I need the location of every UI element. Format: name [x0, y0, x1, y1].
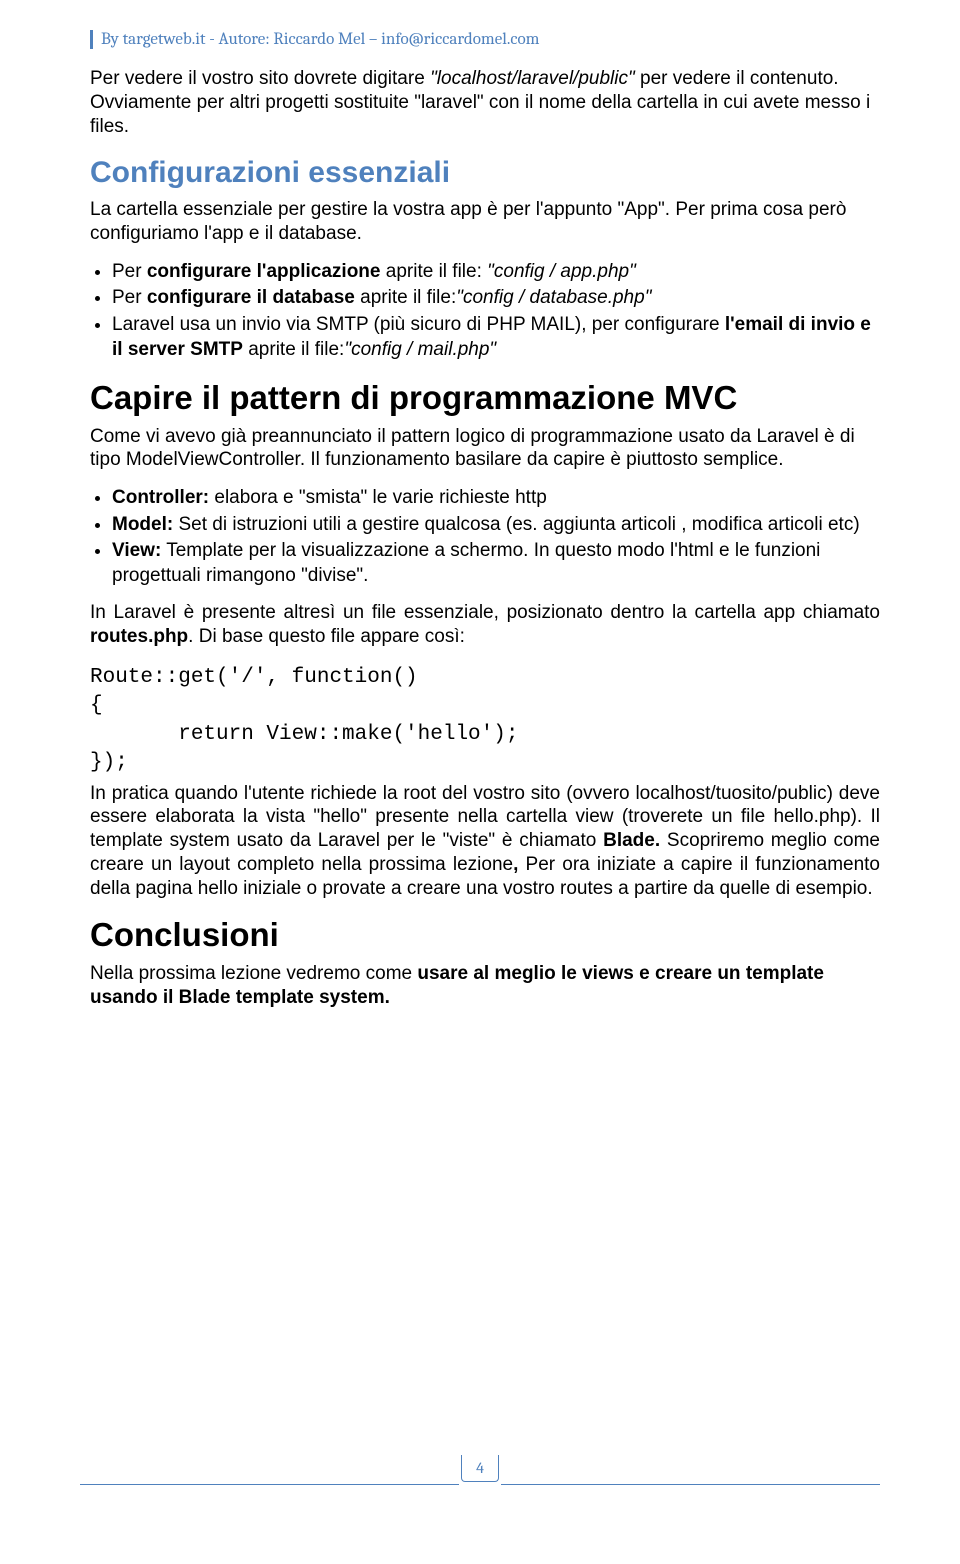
- text-italic: "config / mail.php": [344, 339, 496, 360]
- section-heading-config: Configurazioni essenziali: [90, 156, 880, 190]
- document-page: By targetweb.it - Autore: Riccardo Mel –…: [0, 0, 960, 1500]
- mvc-paragraph-1: Come vi avevo già preannunciato il patte…: [90, 425, 880, 473]
- header-text: By targetweb.it - Autore: Riccardo Mel –…: [101, 30, 539, 49]
- text-bold: Model:: [112, 514, 173, 535]
- text-fragment: Per: [112, 261, 147, 282]
- text-bold: configurare il database: [147, 287, 355, 308]
- page-number-box: 4: [461, 1455, 499, 1482]
- text-fragment: Laravel usa un invio via SMTP (più sicur…: [112, 314, 725, 335]
- footer-line-left: [80, 1484, 459, 1485]
- text-bold: configurare l'applicazione: [147, 261, 381, 282]
- text-bold: Controller:: [112, 487, 209, 508]
- text-fragment: aprite il file:: [243, 339, 344, 360]
- section-heading-conclusioni: Conclusioni: [90, 916, 880, 954]
- routes-intro-paragraph: In Laravel è presente altresì un file es…: [90, 601, 880, 650]
- text-italic: "config / database.php": [456, 287, 651, 308]
- text-fragment: Nella prossima lezione vedremo come: [90, 963, 417, 984]
- text-fragment: In Laravel è presente altresì un file es…: [90, 602, 880, 623]
- conclusioni-paragraph: Nella prossima lezione vedremo come usar…: [90, 962, 880, 1010]
- intro-paragraph: Per vedere il vostro sito dovrete digita…: [90, 67, 880, 138]
- text-italic: "config / app.php": [487, 261, 636, 282]
- config-paragraph: La cartella essenziale per gestire la vo…: [90, 198, 880, 246]
- text-bold: Blade.: [603, 830, 667, 851]
- list-item: View: Template per la visualizzazione a …: [112, 539, 880, 588]
- section-heading-mvc: Capire il pattern di programmazione MVC: [90, 379, 880, 417]
- list-item: Laravel usa un invio via SMTP (più sicur…: [112, 313, 880, 362]
- page-number-rule: 4: [0, 1455, 960, 1482]
- text-fragment: Per: [112, 287, 147, 308]
- list-item: Model: Set di istruzioni utili a gestire…: [112, 513, 880, 538]
- text-bold: routes.php: [90, 626, 188, 647]
- text-italic: "localhost/laravel/public": [430, 68, 635, 89]
- list-item: Per configurare l'applicazione aprite il…: [112, 260, 880, 285]
- page-footer: 4: [0, 1455, 960, 1482]
- mvc-bullet-list: Controller: elabora e "smista" le varie …: [90, 486, 880, 589]
- config-bullet-list: Per configurare l'applicazione aprite il…: [90, 260, 880, 363]
- footer-line-right: [501, 1484, 880, 1485]
- page-header: By targetweb.it - Autore: Riccardo Mel –…: [90, 30, 880, 49]
- code-block: Route::get('/', function() { return View…: [90, 664, 880, 777]
- list-item: Controller: elabora e "smista" le varie …: [112, 486, 880, 511]
- text-fragment: . Di base questo file appare così:: [188, 626, 465, 647]
- text-fragment: aprite il file:: [380, 261, 487, 282]
- text-fragment: Set di istruzioni utili a gestire qualco…: [173, 514, 859, 535]
- text-bold: ,: [513, 854, 525, 875]
- text-bold: View:: [112, 540, 161, 561]
- text-fragment: aprite il file:: [355, 287, 456, 308]
- text-fragment: Per vedere il vostro sito dovrete digita…: [90, 68, 430, 89]
- text-fragment: Template per la visualizzazione a scherm…: [112, 540, 820, 586]
- list-item: Per configurare il database aprite il fi…: [112, 286, 880, 311]
- text-fragment: elabora e "smista" le varie richieste ht…: [209, 487, 547, 508]
- routes-explain-paragraph: In pratica quando l'utente richiede la r…: [90, 782, 880, 901]
